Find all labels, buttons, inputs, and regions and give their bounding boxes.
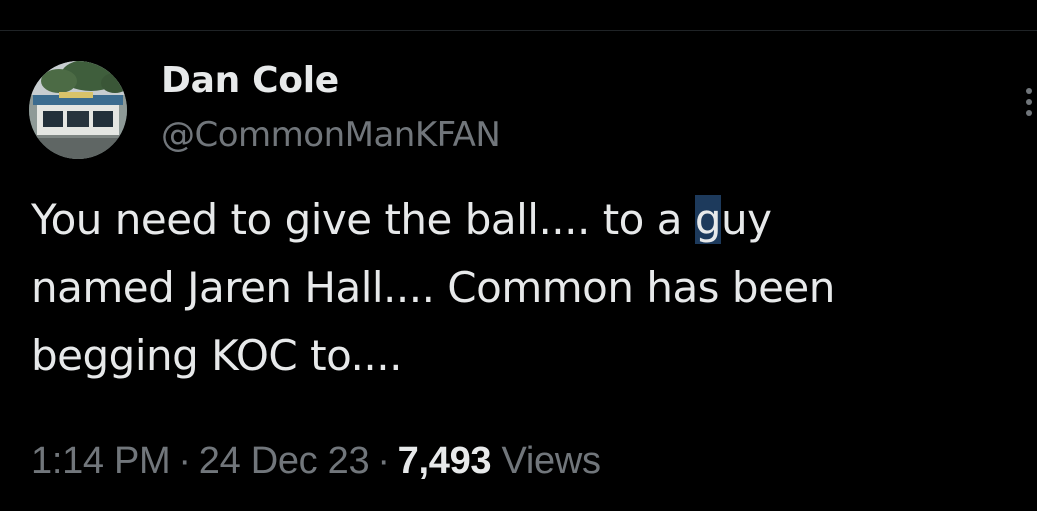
tweet-date[interactable]: 24 Dec 23 [199, 440, 370, 482]
meta-separator: · [377, 440, 390, 482]
tweet-text-segment: You need to give the ball.... to a [31, 195, 695, 244]
tweet-text-line: begging KOC to.... [31, 331, 402, 380]
more-vertical-icon-dot [1026, 110, 1032, 116]
more-options-button[interactable] [1021, 82, 1037, 122]
more-vertical-icon [1026, 88, 1032, 94]
tweet-text: You need to give the ball.... to a guy n… [31, 186, 1021, 390]
tweet-meta: 1:14 PM · 24 Dec 23 · 7,493 Views [31, 436, 601, 486]
text-selection: g [694, 195, 721, 244]
user-handle[interactable]: @CommonManKFAN [161, 112, 501, 158]
avatar[interactable] [29, 61, 127, 159]
author-block: Dan Cole @CommonManKFAN [161, 58, 501, 158]
views-label[interactable]: Views [502, 440, 601, 482]
tweet-text-line: You need to give the ball.... to a guy [31, 186, 1021, 254]
tweet-text-line: named Jaren Hall.... Common has been [31, 263, 835, 312]
avatar-storefront-image [29, 61, 127, 159]
views-count[interactable]: 7,493 [398, 440, 492, 482]
more-vertical-icon-dot [1026, 99, 1032, 105]
tweet-text-segment: uy [720, 195, 772, 244]
display-name[interactable]: Dan Cole [161, 58, 500, 104]
top-divider [0, 30, 1037, 31]
meta-separator: · [178, 440, 191, 482]
tweet-time[interactable]: 1:14 PM [31, 440, 171, 482]
